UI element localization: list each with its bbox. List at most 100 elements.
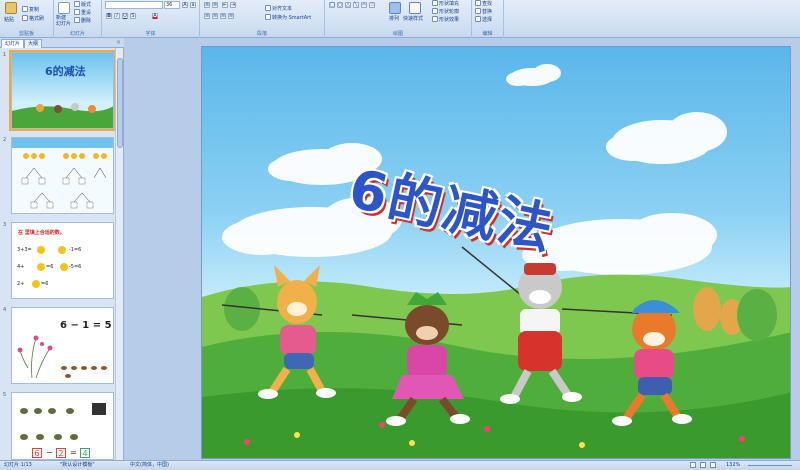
shape-outline-button[interactable]: 形状轮廓 — [432, 8, 459, 15]
new-slide-button[interactable]: 新建 幻灯片 — [56, 15, 71, 27]
find-button[interactable]: 查找 — [475, 0, 492, 7]
zoom-slider[interactable] — [748, 465, 792, 466]
slide-5-box: 2 — [56, 448, 66, 458]
slide-thumbnail-2[interactable] — [11, 137, 114, 214]
slide-thumbnail-5[interactable]: 6 − 2 = 4 — [11, 392, 114, 460]
align-left-icon[interactable]: ≡ — [204, 13, 210, 19]
view-sorter-icon[interactable] — [700, 462, 706, 468]
slides-group-label: 幻灯片 — [69, 31, 85, 37]
slide-thumbnail-4[interactable]: 6 − 1 = 5 — [11, 307, 114, 384]
shape-fill-button[interactable]: 形状填充 — [432, 0, 459, 7]
convert-smartart-button[interactable]: 转换为 SmartArt — [265, 14, 311, 21]
reset-icon — [74, 9, 80, 15]
slide-5-operator: − — [46, 448, 53, 457]
close-icon[interactable]: × — [116, 39, 121, 46]
align-text-button[interactable]: 对齐文本 — [265, 5, 292, 12]
slide-5-operator: = — [70, 448, 77, 457]
strikethrough-icon[interactable]: S — [130, 13, 136, 19]
new-slide-icon[interactable] — [58, 2, 70, 14]
shape-fill-label: 形状填充 — [439, 1, 460, 7]
replace-button[interactable]: 替换 — [475, 8, 492, 15]
slide-number: 2 — [3, 137, 7, 143]
underline-icon[interactable]: U — [122, 13, 128, 19]
grow-font-icon[interactable]: A — [182, 2, 188, 8]
paste-label: 粘贴 — [4, 17, 15, 23]
slide-3-line: 3+3= — [17, 247, 32, 253]
select-label: 选择 — [482, 17, 493, 23]
slide-3-line: 2+ — [17, 281, 25, 287]
delete-slide-button[interactable]: 删除 — [74, 17, 91, 24]
slide-canvas: 6的减法 — [201, 46, 791, 459]
layout-label: 版式 — [81, 2, 92, 8]
arrange-button[interactable]: 排列 — [389, 15, 399, 22]
scrollbar-thumb[interactable] — [117, 58, 123, 148]
slide-count: 幻灯片 1/13 — [4, 462, 32, 468]
replace-icon — [475, 8, 481, 14]
find-icon — [475, 0, 481, 6]
shape-effects-button[interactable]: 形状效果 — [432, 16, 459, 23]
paste-button[interactable]: 粘贴 — [4, 16, 14, 23]
justify-icon[interactable]: ≡ — [228, 13, 234, 19]
reset-button[interactable]: 重设 — [74, 9, 91, 16]
arrow-shape-icon[interactable]: ⇨ — [361, 2, 367, 8]
slide-number: 5 — [3, 392, 7, 398]
quick-styles-icon[interactable] — [409, 2, 421, 14]
outline-icon — [432, 8, 438, 14]
bullets-icon[interactable]: ≡ — [204, 2, 210, 8]
bold-icon[interactable]: B — [106, 13, 112, 19]
language-indicator[interactable]: 中文(简体，中国) — [130, 461, 169, 470]
new-slide-label: 新建 幻灯片 — [56, 15, 72, 27]
select-button[interactable]: 选择 — [475, 16, 492, 23]
delete-label: 删除 — [81, 18, 92, 24]
slide-thumbnail-1[interactable]: 6的减法 — [9, 50, 116, 131]
layout-icon — [74, 1, 80, 7]
numbering-icon[interactable]: ≡ — [212, 2, 218, 8]
slide-thumbnail-3[interactable]: 在 里填上合适的数。 3+3= -1=6 4+ =6 -5=6 2+ =6 — [11, 222, 114, 299]
italic-icon[interactable]: I — [114, 13, 120, 19]
current-slide[interactable]: 6的减法 — [201, 46, 791, 459]
star-shape-icon[interactable]: ☆ — [369, 2, 375, 8]
shape-outline-label: 形状轮廓 — [439, 9, 460, 15]
increase-indent-icon[interactable]: ⇥ — [230, 2, 236, 8]
view-normal-icon[interactable] — [690, 462, 696, 468]
reset-label: 重设 — [81, 10, 92, 16]
zoom-level[interactable]: 132% — [726, 461, 740, 470]
panel-scrollbar[interactable] — [115, 48, 123, 460]
slide-2-preview — [12, 138, 113, 213]
delete-icon — [74, 17, 80, 23]
quick-styles-label: 快速样式 — [403, 16, 424, 22]
rectangle-shape-icon[interactable]: □ — [329, 2, 335, 8]
tab-slides-label: 幻灯片 — [5, 41, 21, 47]
shrink-font-icon[interactable]: a — [190, 2, 196, 8]
paste-icon[interactable] — [5, 2, 17, 14]
slide-number: 4 — [3, 307, 7, 313]
oval-shape-icon[interactable]: ○ — [337, 2, 343, 8]
layout-button[interactable]: 版式 — [74, 1, 91, 8]
slide-5-box: 6 — [32, 448, 42, 458]
brush-icon — [22, 15, 28, 21]
triangle-shape-icon[interactable]: △ — [345, 2, 351, 8]
tab-outline[interactable]: 大纲 — [24, 39, 43, 48]
format-painter-label: 格式刷 — [29, 16, 45, 22]
theme-name[interactable]: "默认设计模板" — [60, 461, 95, 470]
align-center-icon[interactable]: ≡ — [212, 13, 218, 19]
tab-slides[interactable]: 幻灯片 — [1, 39, 25, 48]
editing-group: 查找 替换 选择 编辑 — [472, 0, 504, 38]
arrange-icon[interactable] — [389, 2, 401, 14]
quick-styles-button[interactable]: 快速样式 — [403, 15, 423, 22]
font-name-box[interactable] — [105, 1, 163, 9]
font-color-icon[interactable]: A — [152, 13, 158, 19]
slide-number: 3 — [3, 222, 7, 228]
align-text-icon — [265, 5, 271, 11]
line-shape-icon[interactable]: ╲ — [353, 2, 359, 8]
format-painter-button[interactable]: 格式刷 — [22, 15, 44, 22]
font-group-label: 字体 — [145, 31, 156, 37]
shape-effects-label: 形状效果 — [439, 17, 460, 23]
decrease-indent-icon[interactable]: ⇤ — [222, 2, 228, 8]
view-slideshow-icon[interactable] — [710, 462, 716, 468]
font-size-box[interactable]: 36 — [164, 1, 180, 9]
slide-3-line: -5=6 — [69, 264, 82, 270]
copy-button[interactable]: 复制 — [22, 6, 39, 13]
align-right-icon[interactable]: ≡ — [220, 13, 226, 19]
font-group: 36 A a B I U S A 字体 — [102, 0, 200, 38]
